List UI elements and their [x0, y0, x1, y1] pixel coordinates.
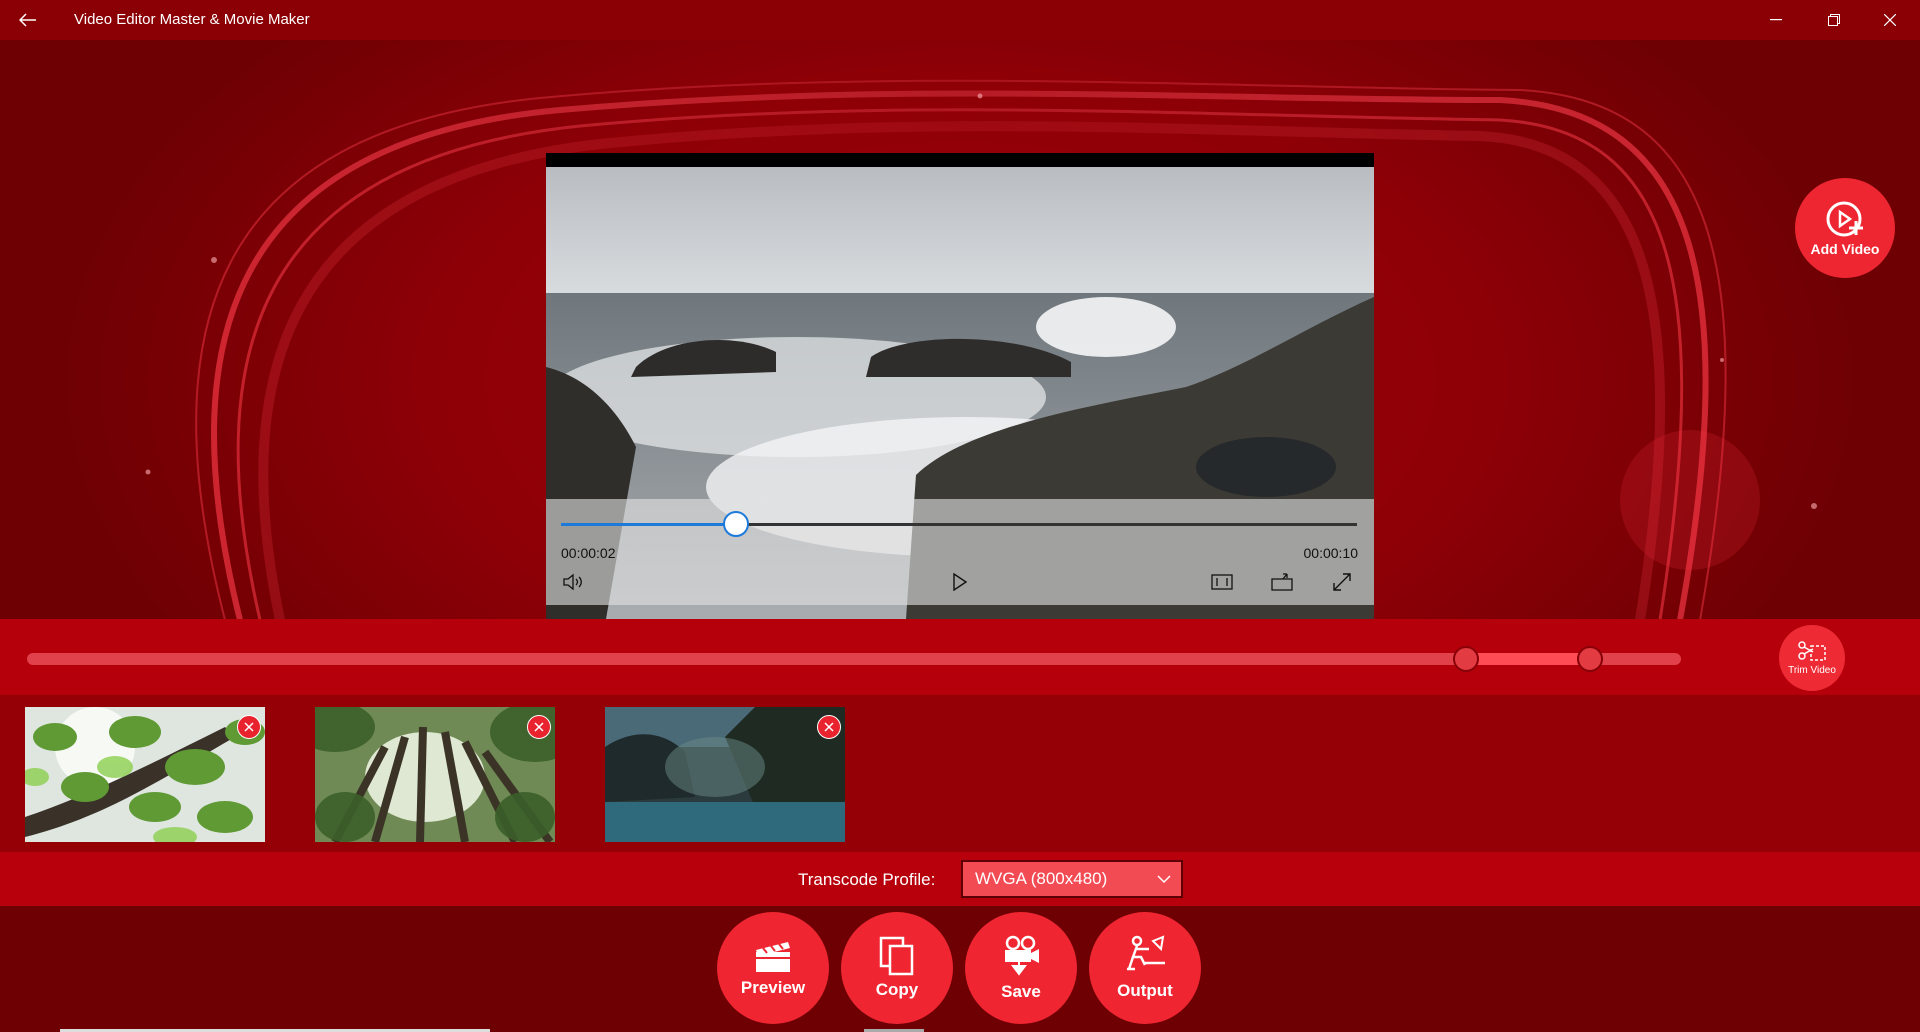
fullscreen-icon[interactable] [1328, 568, 1356, 596]
video-player[interactable]: 00:00:02 00:00:10 [546, 153, 1374, 619]
remove-clip-icon[interactable] [527, 715, 551, 739]
add-video-button[interactable]: Add Video [1795, 178, 1895, 278]
chevron-down-icon [1157, 875, 1171, 884]
aspect-ratio-icon[interactable] [1208, 568, 1236, 596]
copy-label: Copy [875, 980, 919, 999]
trim-slider[interactable] [27, 646, 1681, 672]
volume-icon[interactable] [560, 568, 588, 596]
save-label: Save [1001, 982, 1041, 1001]
transcode-profile-label: Transcode Profile: [798, 870, 936, 889]
add-video-icon [1826, 201, 1863, 237]
trim-end-handle[interactable] [1577, 646, 1604, 672]
clip-thumbnail[interactable] [315, 707, 555, 842]
scissors-icon [1798, 641, 1826, 661]
transcode-profile-value: WVGA (800x480) [975, 869, 1108, 888]
trim-video-label: Trim Video [1788, 665, 1836, 676]
output-icon [1127, 935, 1165, 971]
clip-thumbnail[interactable] [605, 707, 845, 842]
trim-bar: Trim Video [0, 619, 1920, 695]
copy-icon [879, 936, 914, 976]
preview-label: Preview [740, 978, 806, 997]
total-time: 00:00:10 [1303, 545, 1359, 561]
transcode-bar: Transcode Profile: WVGA (800x480) [0, 852, 1920, 906]
clip-image-leaves [25, 707, 265, 842]
trim-selection [1465, 653, 1591, 665]
seek-progress [561, 523, 737, 526]
output-label: Output [1117, 981, 1173, 1000]
current-time: 00:00:02 [561, 545, 616, 561]
preview-button[interactable]: Preview [717, 912, 829, 1024]
clapperboard-icon [756, 942, 790, 972]
transcode-profile-select[interactable]: WVGA (800x480) [961, 860, 1183, 898]
close-icon[interactable] [1862, 0, 1918, 40]
player-controls: 00:00:02 00:00:10 [546, 499, 1374, 605]
clip-image-coast [605, 707, 845, 842]
clip-image-forest [315, 707, 555, 842]
restore-icon[interactable] [1806, 0, 1862, 40]
clip-thumbnail[interactable] [25, 707, 265, 842]
trim-video-button[interactable]: Trim Video [1779, 625, 1845, 691]
save-button[interactable]: Save [965, 912, 1077, 1024]
clip-list [0, 695, 1920, 852]
copy-button[interactable]: Copy [841, 912, 953, 1024]
seek-thumb[interactable] [723, 511, 750, 537]
trim-start-handle[interactable] [1452, 646, 1479, 672]
title-bar: Video Editor Master & Movie Maker [0, 0, 1920, 40]
camera-save-icon [1005, 935, 1039, 976]
remove-clip-icon[interactable] [817, 715, 841, 739]
output-button[interactable]: Output [1089, 912, 1201, 1024]
seek-bar[interactable] [561, 511, 1357, 537]
cast-icon[interactable] [1268, 568, 1296, 596]
window-title: Video Editor Master & Movie Maker [74, 11, 310, 28]
minimize-icon[interactable] [1748, 0, 1804, 40]
remove-clip-icon[interactable] [237, 715, 261, 739]
add-video-label: Add Video [1810, 241, 1880, 257]
back-icon[interactable] [14, 6, 42, 34]
play-icon[interactable] [946, 568, 974, 596]
